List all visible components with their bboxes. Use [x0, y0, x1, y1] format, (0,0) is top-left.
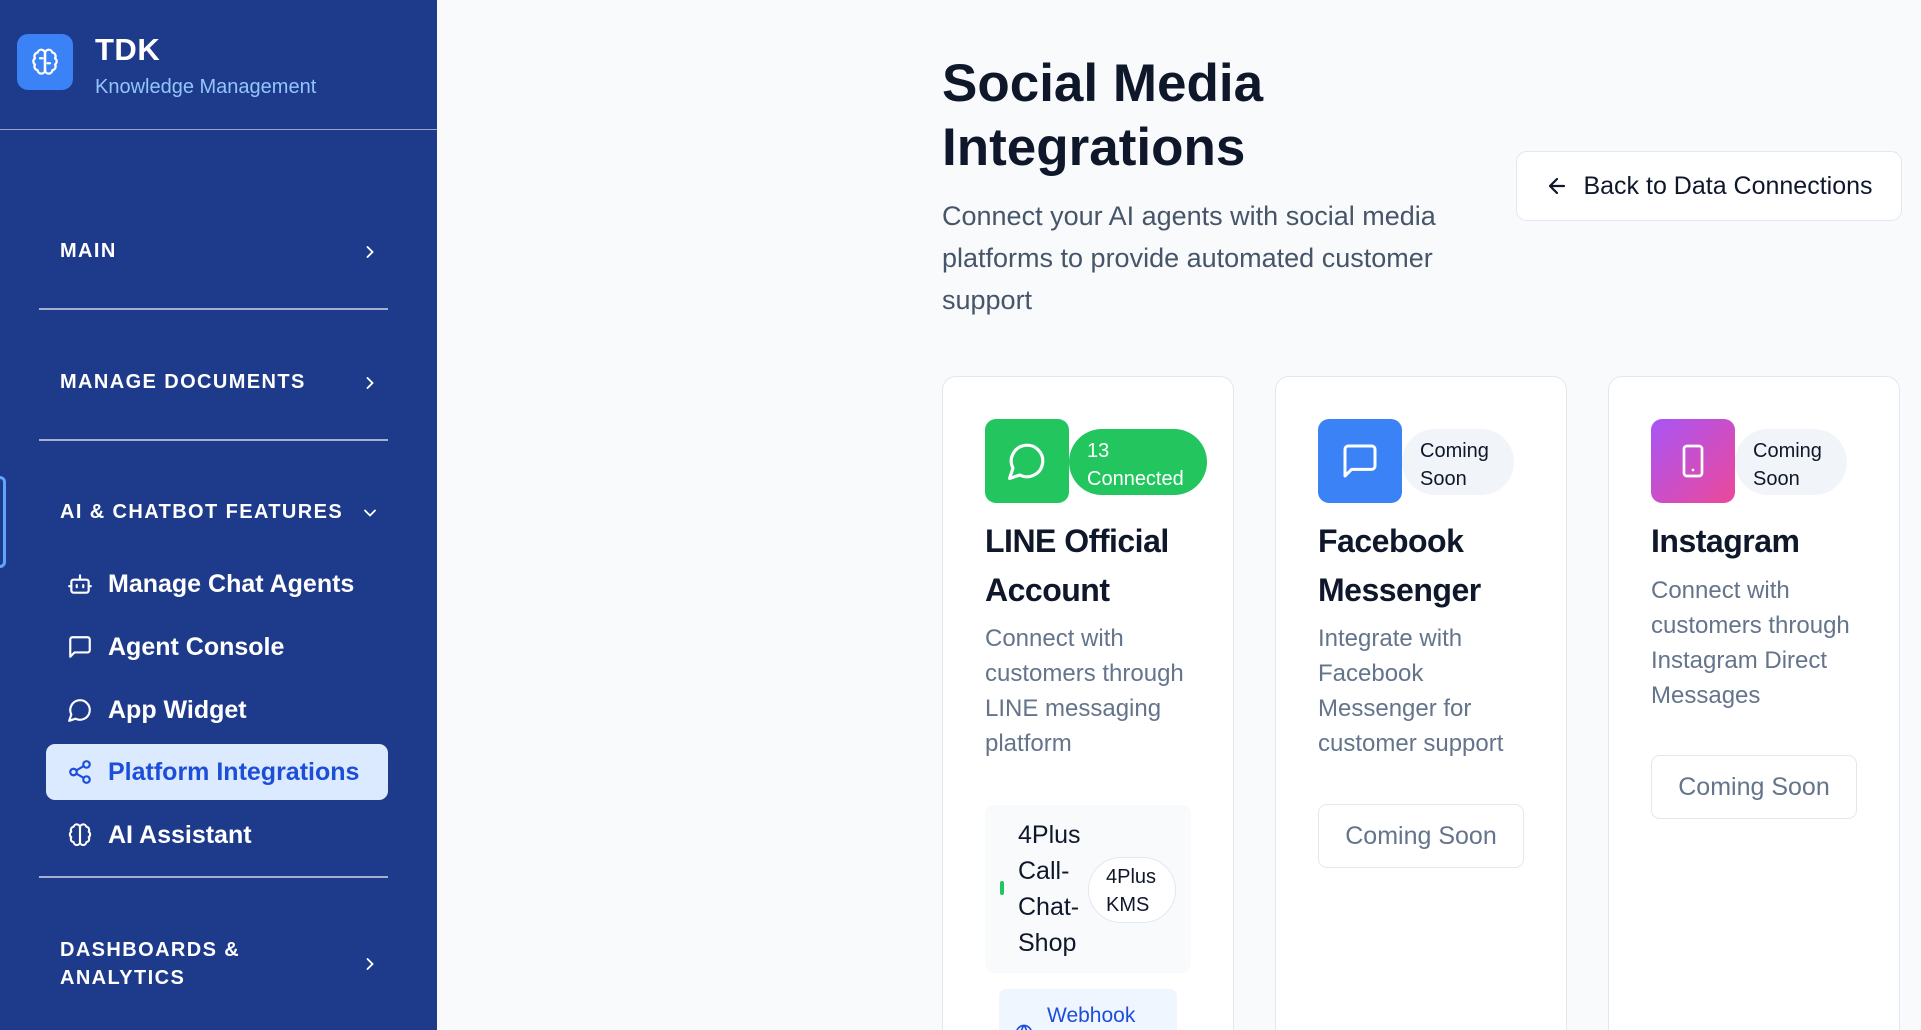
- section-label: MANAGE DOCUMENTS: [60, 371, 306, 393]
- section-label: AI & CHATBOT FEATURES: [60, 501, 344, 523]
- arrow-left-icon: [1549, 177, 1566, 195]
- brain-icon: [17, 34, 73, 90]
- card-title: Instagram: [1651, 523, 1800, 559]
- chevron-right-icon: [366, 958, 374, 970]
- sidebar-item-ai-assistant[interactable]: AI Assistant: [46, 807, 388, 863]
- sidebar-item-platform-integrations[interactable]: Platform Integrations: [46, 744, 388, 800]
- card-description: Connect with customers through LINE mess…: [985, 625, 1184, 757]
- divider: [39, 308, 388, 310]
- connected-account[interactable]: 4Plus Call-Chat-Shop 4Plus KMS: [985, 805, 1191, 973]
- section-label: MAIN: [60, 240, 117, 262]
- share-icon: [66, 758, 94, 786]
- status-badge: Coming Soon: [1402, 429, 1514, 495]
- integration-card-facebook-messenger: Coming Soon Facebook Messenger Integrate…: [1275, 376, 1567, 1030]
- sidebar-item-agent-console[interactable]: Agent Console: [46, 619, 388, 675]
- status-dot: [1000, 881, 1004, 895]
- sidebar-item-label: App Widget: [108, 695, 247, 724]
- smartphone-icon: [1651, 419, 1735, 503]
- message-circle-icon: [66, 696, 94, 724]
- divider: [39, 439, 388, 441]
- sidebar-item-label: Agent Console: [108, 632, 285, 661]
- page-subtitle: Connect your AI agents with social media…: [942, 201, 1436, 315]
- sidebar-item-label: Manage Chat Agents: [108, 569, 355, 598]
- brain-icon: [66, 821, 94, 849]
- card-title: Facebook Messenger: [1318, 523, 1481, 608]
- sidebar-item-label: AI Assistant: [108, 820, 252, 849]
- back-to-data-connections-button[interactable]: Back to Data Connections: [1516, 151, 1902, 221]
- agent-pill: 4Plus KMS: [1088, 857, 1176, 923]
- sidebar-item-manage-chat-agents[interactable]: Manage Chat Agents: [46, 556, 388, 612]
- coming-soon-button[interactable]: Coming Soon: [1318, 804, 1524, 868]
- section-label: DASHBOARDS & ANALYTICS: [60, 939, 241, 989]
- globe-icon: [1016, 1024, 1032, 1030]
- chevron-right-icon: [366, 376, 374, 389]
- integration-card-instagram: Coming Soon Instagram Connect with custo…: [1608, 376, 1900, 1030]
- connection-name: 4Plus Call-Chat-Shop: [1018, 821, 1081, 957]
- card-description: Integrate with Facebook Messenger for cu…: [1318, 625, 1504, 757]
- coming-soon-button[interactable]: Coming Soon: [1651, 755, 1857, 819]
- brand-header: TDK Knowledge Management: [0, 0, 437, 130]
- sidebar: TDK Knowledge Management MAIN MANAGE DOC…: [0, 0, 437, 1030]
- brand-name: TDK: [95, 32, 161, 67]
- status-badge: Coming Soon: [1735, 429, 1847, 495]
- section-ai-chatbot-features[interactable]: AI & CHATBOT FEATURES: [60, 501, 380, 524]
- card-description: Connect with customers through Instagram…: [1651, 577, 1850, 709]
- bot-icon: [66, 570, 94, 598]
- message-circle-icon: [985, 419, 1069, 503]
- chevron-right-icon: [366, 245, 374, 258]
- section-main[interactable]: MAIN: [60, 240, 380, 263]
- chevron-down-icon: [364, 509, 376, 517]
- status-badge: 13 Connected: [1069, 429, 1207, 495]
- section-manage-documents[interactable]: MANAGE DOCUMENTS: [60, 371, 380, 394]
- brand-subtitle: Knowledge Management: [95, 76, 317, 98]
- section-dashboards-analytics[interactable]: DASHBOARDS & ANALYTICS: [60, 936, 380, 992]
- message-square-icon: [66, 633, 94, 661]
- back-button-label: Back to Data Connections: [1583, 171, 1873, 200]
- webhook-label: Webhook: [1047, 1004, 1136, 1027]
- card-title: LINE Official Account: [985, 523, 1169, 608]
- sidebar-item-app-widget[interactable]: App Widget: [46, 682, 388, 738]
- message-square-icon: [1318, 419, 1402, 503]
- integration-card-line: 13 Connected LINE Official Account Conne…: [942, 376, 1234, 1030]
- page-title: Social Media Integrations: [942, 54, 1264, 177]
- webhook-button[interactable]: Webhook: [999, 989, 1177, 1030]
- sidebar-item-label: Platform Integrations: [108, 757, 360, 786]
- divider: [39, 876, 388, 878]
- focus-indicator: [0, 476, 6, 568]
